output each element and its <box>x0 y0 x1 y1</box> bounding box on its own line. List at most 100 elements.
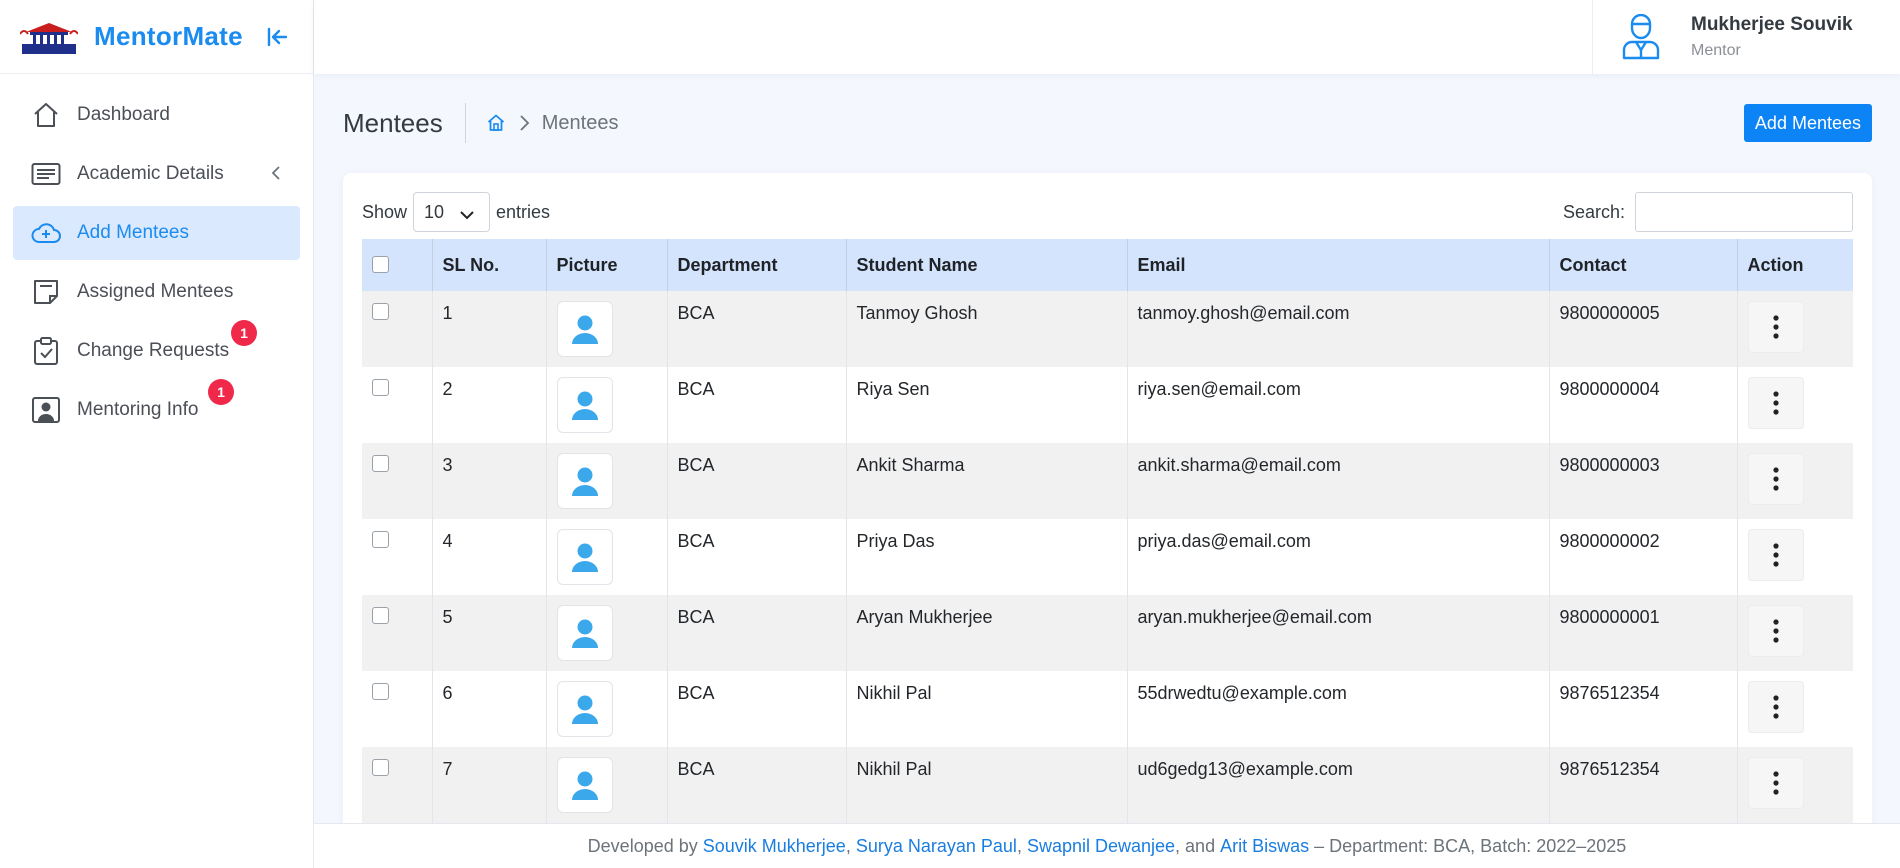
department-cell: BCA <box>667 671 847 747</box>
user-avatar-icon <box>1619 13 1663 61</box>
row-checkbox[interactable] <box>372 607 389 624</box>
contact-cell: 9876512354 <box>1549 747 1738 823</box>
footer-separator: , <box>845 835 856 856</box>
show-label: Show <box>362 201 408 222</box>
sidebar: MentorMate Dashboard Academic Details Ad… <box>0 0 314 868</box>
picture-cell <box>546 291 668 367</box>
page-length-value: 10 <box>424 201 445 222</box>
developer-link[interactable]: Swapnil Dewanjee <box>1027 836 1175 857</box>
sidebar-item-label: Academic Details <box>77 163 224 184</box>
contact-cell: 9800000001 <box>1549 595 1738 671</box>
document-list-icon <box>31 159 61 189</box>
more-vertical-icon[interactable] <box>1747 301 1804 353</box>
column-header-contact[interactable]: Contact <box>1549 239 1738 291</box>
sidebar-item-change-requests[interactable]: Change Requests 1 <box>13 320 300 378</box>
clipboard-check-icon <box>31 336 61 366</box>
contact-cell: 9800000003 <box>1549 443 1738 519</box>
email-cell: 55drwedtu@example.com <box>1127 671 1550 747</box>
sidebar-item-mentoring-info[interactable]: Mentoring Info 1 <box>13 379 300 437</box>
row-checkbox[interactable] <box>372 683 389 700</box>
sidebar-item-label: Mentoring Info <box>77 399 199 420</box>
email-cell: ud6gedg13@example.com <box>1127 747 1550 823</box>
sidebar-item-academic-details[interactable]: Academic Details <box>13 147 300 201</box>
profile-info: Mukherjee Souvik Mentor <box>1691 14 1853 60</box>
student-name-cell: Ankit Sharma <box>846 443 1128 519</box>
action-cell <box>1737 671 1853 747</box>
sl-cell: 2 <box>432 367 547 443</box>
table-row: 3 BCA Ankit Sharma ankit.sharma@email.com 98… <box>362 443 1853 519</box>
more-vertical-icon[interactable] <box>1747 529 1804 581</box>
row-select-cell <box>362 367 433 443</box>
table-row: 5 BCA Aryan Mukherjee aryan.mukherjee@email… <box>362 595 1853 671</box>
more-vertical-icon[interactable] <box>1747 757 1804 809</box>
footer-prefix: Developed by <box>587 835 703 856</box>
developer-link[interactable]: Arit Biswas <box>1220 836 1309 857</box>
column-header-email[interactable]: Email <box>1127 239 1550 291</box>
table-header-row: SL No. Picture Department Student Name E… <box>362 239 1853 291</box>
developer-link[interactable]: Surya Narayan Paul <box>856 836 1017 857</box>
sl-cell: 1 <box>432 291 547 367</box>
column-header-student-name[interactable]: Student Name <box>846 239 1128 291</box>
row-checkbox[interactable] <box>372 759 389 776</box>
row-checkbox[interactable] <box>372 531 389 548</box>
sidebar-item-add-mentees[interactable]: Add Mentees <box>13 206 300 260</box>
add-mentees-button[interactable]: Add Mentees <box>1743 104 1872 142</box>
row-select-cell <box>362 291 433 367</box>
search-label: Search: <box>1562 201 1625 222</box>
chevron-down-icon <box>459 205 475 226</box>
department-cell: BCA <box>667 291 847 367</box>
footer-separator: , <box>1016 835 1027 856</box>
row-checkbox[interactable] <box>372 303 389 320</box>
table-row: 1 BCA Tanmoy Ghosh tanmoy.ghosh@email.com 98… <box>362 291 1853 367</box>
brand-logo <box>20 20 78 54</box>
collapse-sidebar-icon[interactable] <box>265 24 291 50</box>
mentees-card: Show 10 entries Search: SL No. Picture D… <box>343 173 1872 868</box>
department-cell: BCA <box>667 595 847 671</box>
email-cell: tanmoy.ghosh@email.com <box>1127 291 1550 367</box>
cloud-add-icon <box>31 218 61 248</box>
home-icon[interactable] <box>486 113 506 133</box>
sl-cell: 7 <box>432 747 547 823</box>
table-row: 6 BCA Nikhil Pal 55drwedtu@example.com 98765… <box>362 671 1853 747</box>
entries-label: entries <box>496 201 551 222</box>
action-cell <box>1737 443 1853 519</box>
breadcrumb-current: Mentees <box>541 111 619 134</box>
row-select-cell <box>362 595 433 671</box>
select-all-checkbox[interactable] <box>372 256 389 273</box>
student-name-cell: Riya Sen <box>846 367 1128 443</box>
notification-badge: 1 <box>231 320 257 346</box>
column-header-picture[interactable]: Picture <box>546 239 668 291</box>
more-vertical-icon[interactable] <box>1747 605 1804 657</box>
department-cell: BCA <box>667 443 847 519</box>
action-cell <box>1737 519 1853 595</box>
student-name-cell: Priya Das <box>846 519 1128 595</box>
picture-cell <box>546 519 668 595</box>
page-header: Mentees Mentees Add Mentees <box>343 100 1872 146</box>
more-vertical-icon[interactable] <box>1747 453 1804 505</box>
sidebar-item-assigned-mentees[interactable]: Assigned Mentees <box>13 265 300 319</box>
row-select-cell <box>362 671 433 747</box>
sidebar-item-label: Change Requests <box>77 340 230 361</box>
more-vertical-icon[interactable] <box>1747 681 1804 733</box>
contact-cell: 9876512354 <box>1549 671 1738 747</box>
sidebar-item-label: Add Mentees <box>77 222 189 243</box>
sidebar-item-dashboard[interactable]: Dashboard <box>13 88 300 142</box>
row-checkbox[interactable] <box>372 379 389 396</box>
user-profile[interactable]: Mukherjee Souvik Mentor <box>1592 0 1900 74</box>
page-length-select[interactable]: 10 <box>413 192 491 232</box>
sl-cell: 6 <box>432 671 547 747</box>
footer-suffix: – Department: BCA, Batch: 2022–2025 <box>1309 835 1627 856</box>
department-cell: BCA <box>667 519 847 595</box>
action-cell <box>1737 367 1853 443</box>
more-vertical-icon[interactable] <box>1747 377 1804 429</box>
sl-cell: 4 <box>432 519 547 595</box>
column-header-sl[interactable]: SL No. <box>432 239 547 291</box>
developer-link[interactable]: Souvik Mukherjee <box>703 836 846 857</box>
page-title: Mentees <box>343 103 466 143</box>
row-select-cell <box>362 443 433 519</box>
student-avatar-icon <box>556 529 613 585</box>
row-checkbox[interactable] <box>372 455 389 472</box>
search-input[interactable] <box>1635 192 1853 232</box>
action-cell <box>1737 747 1853 823</box>
column-header-department[interactable]: Department <box>667 239 847 291</box>
